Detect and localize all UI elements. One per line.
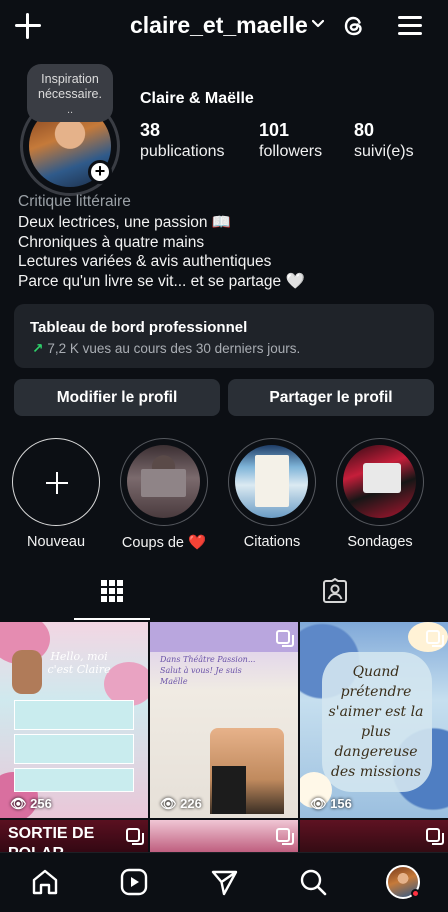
highlight-ring (228, 438, 316, 526)
threads-icon[interactable] (340, 12, 368, 40)
views-count: 226 (180, 796, 202, 811)
highlight-label: Coups de ❤️ (121, 535, 207, 551)
highlight-cover (127, 445, 200, 518)
highlight-new[interactable]: Nouveau (12, 438, 100, 550)
stat-label: followers (259, 143, 323, 160)
profile-avatar[interactable] (386, 865, 420, 899)
stat-value: 38 (140, 120, 161, 140)
highlight-cover (343, 445, 416, 518)
note-text: Inspiration nécessaire. (38, 72, 102, 101)
bio-line: Lectures variées & avis authentiques (18, 253, 272, 270)
chevron-down-icon[interactable] (312, 18, 324, 30)
profile-note-bubble[interactable]: Inspiration nécessaire. .. (27, 64, 113, 122)
plus-icon[interactable] (14, 12, 42, 40)
post-views: 👁 156 (310, 796, 352, 811)
post-thumbnail[interactable]: Hello, moi c'est Claire 👁 256 (0, 622, 148, 818)
post-views: 👁 256 (10, 796, 52, 811)
highlight-coups-de-coeur[interactable]: Coups de ❤️ (120, 438, 208, 551)
post-title: Dans Théâtre Passion... Salut à vous! Je… (160, 655, 256, 686)
post-quote: Quand prétendre s'aimer est la plus dang… (328, 664, 424, 780)
active-tab-indicator (74, 618, 150, 620)
post-thumbnail[interactable]: Dans Théâtre Passion... Salut à vous! Je… (150, 622, 298, 818)
display-name: Claire & Maëlle (140, 90, 254, 107)
share-profile-button[interactable]: Partager le profil (228, 379, 434, 416)
top-bar: claire_et_maelle (0, 0, 448, 56)
tab-tagged[interactable] (224, 572, 448, 620)
reels-icon[interactable] (119, 867, 149, 897)
dashboard-views: 7,2 K vues au cours des 30 derniers jour… (47, 341, 301, 356)
profile-category: Critique littéraire (18, 193, 131, 210)
views-count: 256 (30, 796, 52, 811)
highlight-citations[interactable]: Citations (228, 438, 316, 550)
edit-profile-button[interactable]: Modifier le profil (14, 379, 220, 416)
stat-value: 101 (259, 120, 290, 140)
stat-label: publications (140, 143, 225, 160)
highlight-label: Citations (243, 534, 301, 550)
send-icon[interactable] (209, 867, 239, 897)
highlight-ring (12, 438, 100, 526)
bio-line: Chroniques à quatre mains (18, 233, 205, 251)
bio-line: Parce qu'un livre se vit... et se partag… (18, 272, 305, 290)
carousel-icon (426, 828, 444, 845)
dashboard-subtitle: ↗ 7,2 K vues au cours des 30 derniers jou… (32, 341, 300, 357)
stat-followers[interactable]: 101 followers (259, 120, 322, 161)
bio-line: Deux lectrices, une passion 📖 (18, 214, 232, 231)
highlight-ring (336, 438, 424, 526)
highlight-ring (120, 438, 208, 526)
plus-icon (46, 472, 68, 494)
add-story-icon[interactable]: + (88, 160, 112, 184)
post-title: Hello, moi c'est Claire (47, 650, 111, 676)
grid-icon (101, 580, 123, 602)
hamburger-menu-icon[interactable] (398, 14, 422, 36)
tagged-icon (323, 578, 347, 603)
highlight-label: Sondages (347, 534, 413, 550)
notification-dot (411, 889, 420, 898)
carousel-icon (276, 828, 294, 845)
tab-grid[interactable] (0, 572, 224, 620)
carousel-icon (276, 630, 294, 647)
stat-value: 80 (354, 120, 375, 140)
post-thumbnail[interactable]: Quand prétendre s'aimer est la plus dang… (300, 622, 448, 818)
highlight-cover (235, 445, 308, 518)
highlight-sondages[interactable]: Sondages (336, 438, 424, 550)
stat-publications[interactable]: 38 publications (140, 120, 225, 161)
home-icon[interactable] (30, 867, 60, 897)
dashboard-title: Tableau de bord professionnel (30, 319, 248, 336)
profile-username[interactable]: claire_et_maelle (130, 12, 308, 39)
search-icon[interactable] (298, 867, 328, 897)
trend-up-icon: ↗ (32, 341, 44, 356)
note-suffix: .. (66, 104, 74, 116)
profile-bio: Deux lectrices, une passion 📖 Chroniques… (18, 213, 438, 291)
carousel-icon (426, 630, 444, 647)
stat-following[interactable]: 80 suivi(e)s (354, 120, 414, 161)
post-views: 👁 226 (160, 796, 202, 811)
professional-dashboard[interactable]: Tableau de bord professionnel ↗ 7,2 K vue… (14, 304, 434, 368)
views-count: 156 (330, 796, 352, 811)
stat-label: suivi(e)s (354, 143, 414, 160)
carousel-icon (126, 828, 144, 845)
bottom-navigation (0, 852, 448, 912)
highlight-label: Nouveau (26, 534, 86, 550)
